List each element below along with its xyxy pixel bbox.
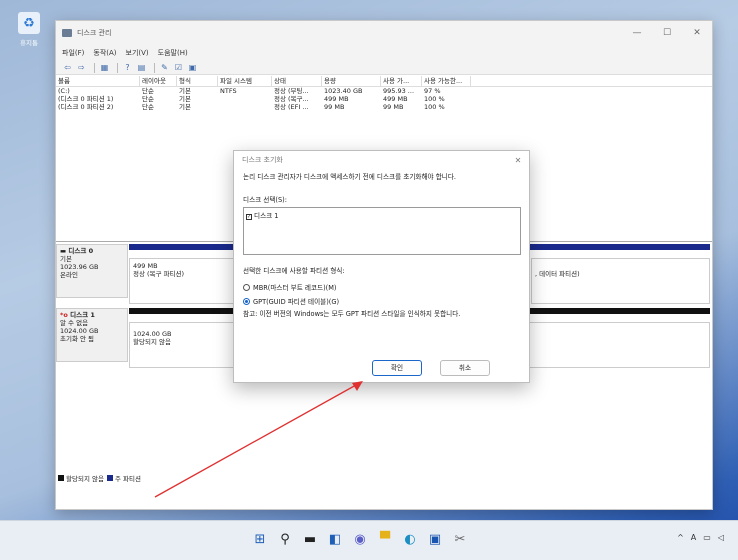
list-view-icon[interactable]: ▤ — [136, 63, 147, 72]
file-explorer-icon[interactable]: ▀ — [375, 529, 395, 549]
col-free[interactable]: 사용 가... — [381, 76, 422, 86]
disk-1-checkbox[interactable]: ✓ — [246, 214, 252, 220]
recycle-bin-icon: ♻ — [18, 12, 40, 34]
minimize-button[interactable]: — — [622, 28, 652, 38]
mbr-option[interactable]: MBR(마스터 부트 레코드)(M) — [243, 282, 520, 292]
col-layout[interactable]: 레이아웃 — [140, 76, 177, 86]
dialog-title: 디스크 초기화 — [242, 156, 283, 164]
menu-action[interactable]: 동작(A) — [93, 48, 116, 58]
system-tray: ^ A ▭ ◁ — [670, 533, 724, 542]
col-status[interactable]: 상태 — [272, 76, 322, 86]
search-icon[interactable]: ⚲ — [275, 529, 295, 549]
forward-icon[interactable]: ⇨ — [76, 63, 87, 72]
disk-1-label[interactable]: *o 디스크 1 알 수 없음 1024.00 GB 초기화 안 됨 — [56, 308, 128, 362]
disk-0-label[interactable]: ▬ 디스크 0 기본 1023.96 GB 온라인 — [56, 244, 128, 298]
table-row[interactable]: (C:) 단순 기본 NTFS 정상 (부팅... 1023.40 GB 995… — [56, 87, 712, 95]
tray-chevron-icon[interactable]: ^ — [677, 533, 684, 542]
check-icon[interactable]: ☑ — [173, 63, 184, 72]
taskbar: ⊞ ⚲ ▬ ◧ ◉ ▀ ◐ ▣ ✂ ^ A ▭ ◁ — [0, 520, 738, 560]
dialog-title-bar: 디스크 초기화 ✕ — [234, 151, 529, 169]
menu-help[interactable]: 도움말(H) — [158, 48, 188, 58]
recycle-bin-label: 휴지통 — [20, 39, 38, 47]
close-button[interactable]: ✕ — [682, 28, 712, 38]
partition-style-label: 선택한 디스크에 사용할 파티션 형식: — [243, 267, 345, 275]
pinned-app-icon[interactable]: ✂ — [450, 529, 470, 549]
disk-select-label: 디스크 선택(S): — [243, 196, 287, 204]
dialog-message: 논리 디스크 관리자가 디스크에 액세스하기 전에 디스크를 초기화해야 합니다… — [243, 173, 456, 181]
input-language[interactable]: A — [691, 533, 696, 542]
table-row[interactable]: (디스크 0 파티션 1) 단순 기본 정상 (복구... 499 MB 499… — [56, 95, 712, 103]
menu-bar: 파일(F) 동작(A) 보기(V) 도움말(H) — [56, 45, 712, 61]
col-volume[interactable]: 볼륨 — [56, 76, 140, 86]
edge-icon[interactable]: ◐ — [400, 529, 420, 549]
dialog-close-icon[interactable]: ✕ — [507, 156, 529, 165]
back-icon[interactable]: ⇦ — [62, 63, 73, 72]
store-icon[interactable]: ▣ — [425, 529, 445, 549]
disk-management-icon — [62, 29, 72, 37]
cancel-button[interactable]: 취소 — [440, 360, 490, 376]
ok-button[interactable]: 확인 — [372, 360, 422, 376]
start-icon[interactable]: ⊞ — [250, 529, 270, 549]
recycle-bin[interactable]: ♻ 휴지통 — [14, 12, 44, 47]
chat-icon[interactable]: ◉ — [350, 529, 370, 549]
widgets-icon[interactable]: ◧ — [325, 529, 345, 549]
legend: 할당되지 않음 주 파티션 — [58, 473, 141, 483]
window-title: 디스크 관리 — [77, 29, 112, 37]
panel-icon[interactable]: ▣ — [187, 63, 198, 72]
col-capacity[interactable]: 용량 — [322, 76, 381, 86]
volume-icon[interactable]: ◁ — [718, 533, 724, 542]
gpt-radio[interactable] — [243, 297, 250, 305]
settings-icon[interactable]: ✎ — [159, 63, 170, 72]
network-icon[interactable]: ▭ — [703, 533, 711, 542]
disk-select-list[interactable]: ✓ 디스크 1 — [243, 207, 521, 255]
menu-view[interactable]: 보기(V) — [126, 48, 149, 58]
disk-0-partition-3[interactable]: , 데이터 파티션) — [531, 258, 710, 304]
volume-table-header: 볼륨 레이아웃 형식 파일 시스템 상태 용량 사용 가... 사용 가능한..… — [56, 76, 712, 87]
maximize-button[interactable]: ☐ — [652, 28, 682, 38]
help-icon[interactable]: ? — [122, 63, 133, 72]
gpt-option[interactable]: GPT(GUID 파티션 테이블)(G) — [243, 296, 520, 306]
disk-0-partition-1[interactable]: 499 MB 정상 (복구 파티션) — [129, 258, 234, 304]
taskview-icon[interactable]: ▬ — [300, 529, 320, 549]
col-free-pct[interactable]: 사용 가능한... — [422, 76, 471, 86]
menu-file[interactable]: 파일(F) — [62, 48, 84, 58]
toolbar: ⇦ ⇨ ▦ ? ▤ ✎ ☑ ▣ — [56, 61, 712, 75]
properties-icon[interactable]: ▦ — [99, 63, 110, 72]
col-filesystem[interactable]: 파일 시스템 — [218, 76, 272, 86]
col-type[interactable]: 형식 — [177, 76, 218, 86]
initialize-disk-dialog: 디스크 초기화 ✕ 논리 디스크 관리자가 디스크에 액세스하기 전에 디스크를… — [233, 150, 530, 383]
mbr-radio[interactable] — [243, 283, 250, 291]
dialog-note: 참고: 이전 버전의 Windows는 모두 GPT 파티션 스타일을 인식하지… — [243, 310, 461, 318]
table-row[interactable]: (디스크 0 파티션 2) 단순 기본 정상 (EFI ... 99 MB 99… — [56, 103, 712, 111]
title-bar: 디스크 관리 — ☐ ✕ — [56, 21, 712, 45]
disk-1-item[interactable]: 디스크 1 — [254, 212, 279, 220]
